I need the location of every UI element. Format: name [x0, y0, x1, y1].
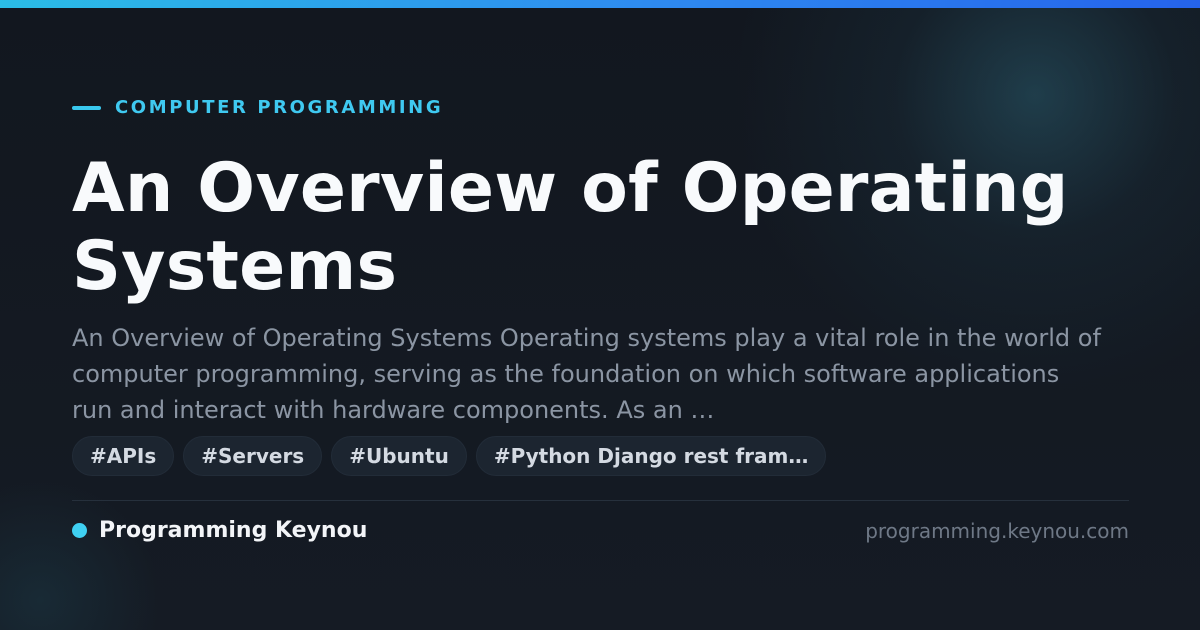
category-dash-icon — [72, 106, 101, 110]
article-description: An Overview of Operating Systems Operati… — [72, 324, 1101, 424]
footer-divider — [72, 500, 1129, 501]
site-url[interactable]: programming.keynou.com — [865, 519, 1129, 543]
brand-dot-icon — [72, 523, 87, 538]
category-label: COMPUTER PROGRAMMING — [115, 97, 444, 118]
tag-servers[interactable]: #Servers — [183, 436, 323, 476]
page-title: An Overview of Operating Systems — [72, 149, 1069, 306]
footer: Programming Keynou programming.keynou.co… — [72, 518, 1129, 543]
category-row: COMPUTER PROGRAMMING — [72, 97, 443, 119]
tag-ubuntu[interactable]: #Ubuntu — [331, 436, 467, 476]
brand-name: Programming Keynou — [99, 518, 368, 543]
tag-python-django[interactable]: #Python Django rest fram… — [475, 436, 827, 476]
top-accent-bar — [0, 0, 1200, 8]
tag-list: #APIs #Servers #Ubuntu #Python Django re… — [72, 436, 827, 476]
brand[interactable]: Programming Keynou — [72, 518, 367, 543]
tag-apis[interactable]: #APIs — [72, 436, 175, 476]
